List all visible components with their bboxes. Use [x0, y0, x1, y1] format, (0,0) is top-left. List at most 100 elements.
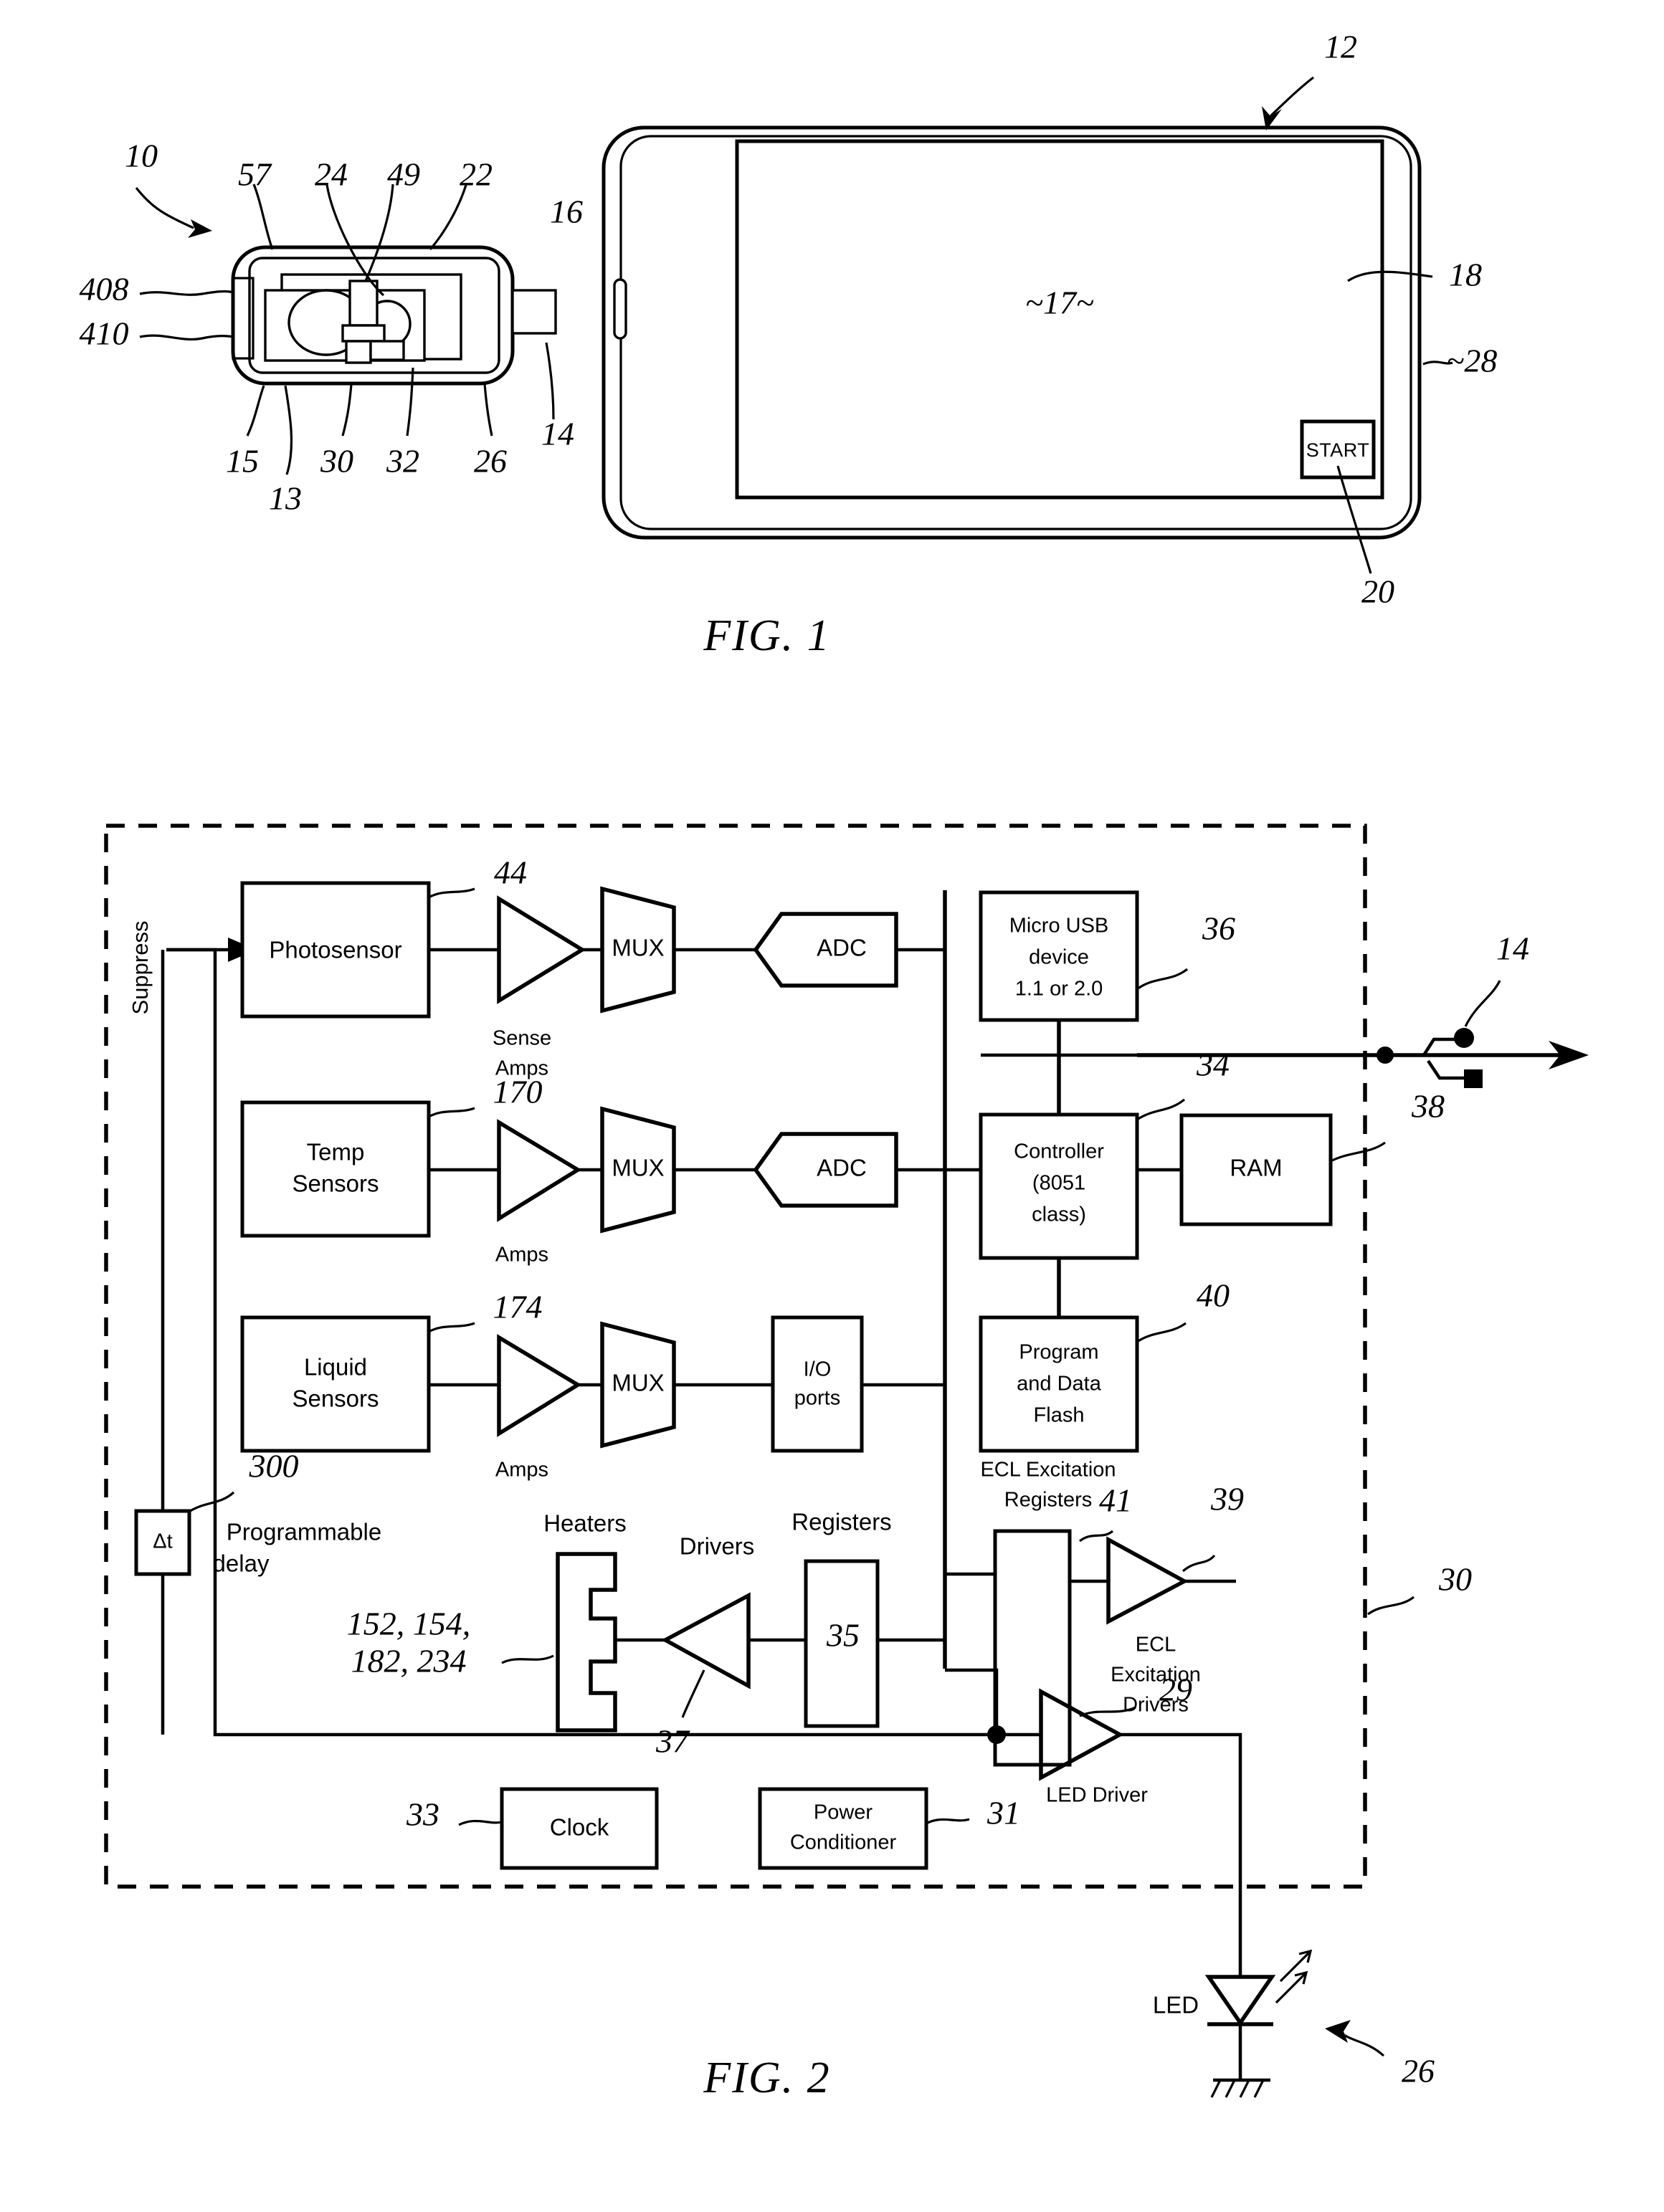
leader-38: [1330, 1141, 1386, 1163]
registers-label: Registers: [791, 1509, 891, 1535]
led-group: LED 26: [1153, 1949, 1435, 2098]
numeral-36: 36: [1202, 910, 1235, 947]
ecl-driver-triangle: [1106, 1536, 1189, 1625]
sense-amps-label-line1: Sense: [493, 1027, 551, 1050]
drivers-label: Drivers: [680, 1533, 755, 1560]
numeral-22: 22: [460, 156, 493, 193]
numeral-24: 24: [315, 156, 348, 193]
numeral-41: 41: [1099, 1482, 1132, 1519]
power-label-line2: Conditioner: [790, 1831, 897, 1854]
controller-label-line2: (8051: [1032, 1172, 1085, 1195]
numeral-16: 16: [550, 194, 583, 230]
leader-36: [1136, 968, 1189, 991]
numeral-heaters-line1: 152, 154,: [347, 1606, 471, 1642]
led-diode-triangle: [1204, 1975, 1276, 2026]
power-label-line1: Power: [814, 1801, 873, 1824]
smartphone[interactable]: START ~17~: [602, 125, 1422, 540]
numeral-174: 174: [493, 1289, 543, 1325]
clock-power-group: Clock 33 Power Conditioner 31: [406, 1787, 1020, 1870]
controller-label-line1: Controller: [1014, 1140, 1104, 1163]
cap-stem: [345, 340, 372, 364]
cap-flange: [341, 324, 386, 343]
numeral-32: 32: [386, 443, 419, 480]
numeral-18: 18: [1449, 257, 1482, 293]
row-photosensor: Photosensor Sense Amps MUX ADC 44: [240, 854, 945, 1080]
numeral-12: 12: [1324, 29, 1357, 65]
ecl-registers-label-line1: ECL Excitation: [980, 1459, 1116, 1482]
liquid-amps-label: Amps: [495, 1459, 548, 1482]
adc2-label: ADC: [817, 1155, 867, 1181]
ram-label: RAM: [1230, 1155, 1282, 1181]
temp-sensors-block: [240, 1100, 431, 1238]
leader-15: [246, 385, 265, 437]
numeral-28: ~28: [1447, 343, 1498, 379]
flash-label-line1: Program: [1019, 1341, 1098, 1364]
io-ports-label-line1: I/O: [804, 1358, 832, 1381]
leader-57: [252, 183, 274, 250]
heaters-element: [556, 1552, 617, 1732]
numeral-14-fig1: 14: [541, 416, 574, 452]
numeral-13: 13: [269, 480, 302, 517]
delay-symbol: Δt: [153, 1530, 172, 1553]
photosensor-label: Photosensor: [269, 937, 401, 963]
bus-to-led-driver-wire: [945, 1668, 999, 1735]
arrowhead-26: [1325, 2020, 1351, 2043]
numeral-20: 20: [1361, 573, 1394, 610]
usb-symbol-square: [1464, 1069, 1483, 1088]
numeral-10: 10: [125, 138, 158, 174]
patent-drawing-sheet: START ~17~ 10 57 24 49 22 16 12 408 410 …: [0, 0, 1664, 2212]
temp-amps-label: Amps: [495, 1244, 548, 1267]
io-ports-block: [771, 1315, 864, 1453]
row-liquid-sensors: Liquid Sensors Amps MUX I/O ports 174: [240, 1289, 945, 1482]
usb-junction-dot: [1377, 1047, 1394, 1064]
drivers-triangle: [661, 1592, 751, 1689]
led-emission-arrow-2: [1275, 1970, 1308, 2004]
numeral-30-fig1: 30: [320, 443, 353, 480]
leader-44: [428, 887, 475, 899]
temp-amp-triangle: [497, 1119, 582, 1222]
leader-14-fig2: [1464, 980, 1501, 1027]
numeral-300: 300: [249, 1448, 299, 1484]
numeral-14-fig2: 14: [1496, 930, 1529, 967]
suppress-label: Suppress: [128, 921, 153, 1015]
screen-content-label: ~17~: [1025, 285, 1094, 321]
fig1-caption: FIG. 1: [703, 611, 830, 660]
cap-block: [348, 280, 379, 327]
liquid-amp-triangle: [497, 1334, 582, 1437]
ecl-drivers-label-line1: ECL: [1136, 1634, 1176, 1656]
liquid-sensors-label-line2: Sensors: [292, 1386, 379, 1412]
leader-34: [1136, 1098, 1186, 1121]
leader-14-fig1: [545, 342, 555, 420]
numeral-26-fig2: 26: [1402, 2053, 1435, 2089]
led-label: LED: [1153, 1992, 1199, 2018]
numeral-37: 37: [655, 1723, 690, 1760]
leader-174: [428, 1322, 475, 1333]
numeral-49: 49: [387, 156, 420, 193]
figure-canvas: START ~17~ 10 57 24 49 22 16 12 408 410 …: [80, 29, 1589, 2102]
heaters-group: Heaters Drivers 37 152, 154, 182, 234 Re…: [347, 1509, 945, 1760]
delay-label-line1: Programmable: [227, 1519, 381, 1545]
fig1-leaders-left: [139, 290, 234, 341]
leader-37: [681, 1669, 705, 1718]
cartridge-connector-plug: [511, 289, 557, 335]
cartridge-assembly: [231, 245, 557, 386]
numeral-410: 410: [80, 315, 129, 352]
temp-sensors-label-line1: Temp: [307, 1139, 365, 1165]
delay-label-line2: delay: [213, 1550, 270, 1577]
numeral-38: 38: [1411, 1088, 1445, 1125]
micro-usb-group: Micro USB device 1.1 or 2.0 36 14: [979, 890, 1589, 1088]
numeral-heaters-line2: 182, 234: [351, 1643, 467, 1679]
numeral-26-fig1: 26: [474, 443, 507, 480]
numeral-33: 33: [406, 1796, 439, 1833]
fig2-caption: FIG. 2: [703, 2054, 830, 2102]
numeral-31: 31: [986, 1795, 1020, 1831]
controller-label-line3: class): [1032, 1203, 1086, 1226]
cap-side: [369, 340, 405, 361]
mux3-label: MUX: [612, 1370, 664, 1396]
leader-13: [284, 385, 293, 475]
temp-sensors-label-line2: Sensors: [292, 1171, 379, 1197]
leader-31: [926, 1818, 970, 1825]
clock-label: Clock: [550, 1814, 609, 1841]
leader-10: [135, 187, 194, 229]
arrowhead-10: [188, 219, 212, 238]
